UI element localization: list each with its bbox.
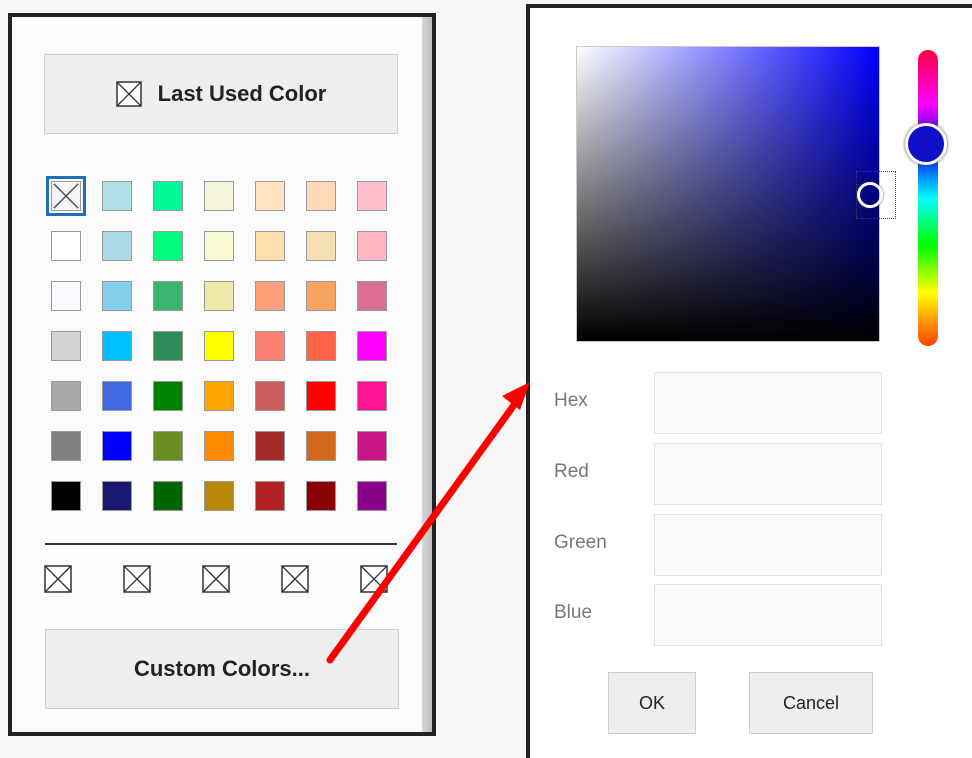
color-swatch[interactable] — [204, 431, 234, 461]
color-swatch[interactable] — [153, 331, 183, 361]
color-swatch[interactable] — [255, 431, 285, 461]
color-swatch[interactable] — [255, 181, 285, 211]
swatch-no-color[interactable] — [46, 176, 86, 216]
palette-divider — [45, 543, 397, 545]
color-swatch[interactable] — [306, 231, 336, 261]
cancel-label: Cancel — [782, 692, 840, 713]
green-label: Green — [554, 532, 607, 553]
hue-slider[interactable] — [918, 50, 938, 346]
color-swatch[interactable] — [255, 381, 285, 411]
color-swatch[interactable] — [51, 481, 81, 511]
color-palette-panel: Last Used Color Custom Colors... — [8, 13, 436, 736]
ok-button[interactable]: OK — [608, 672, 696, 734]
color-swatch[interactable] — [306, 381, 336, 411]
color-swatch[interactable] — [51, 381, 81, 411]
empty-custom-color-slot-icon[interactable] — [360, 565, 388, 593]
custom-colors-label: Custom Colors... — [133, 656, 310, 681]
color-swatch[interactable] — [102, 181, 132, 211]
color-swatch[interactable] — [357, 331, 387, 361]
color-swatch[interactable] — [357, 481, 387, 511]
last-used-color-label: Last Used Color — [157, 81, 327, 106]
color-swatch[interactable] — [102, 281, 132, 311]
blue-input[interactable] — [654, 584, 882, 646]
empty-custom-color-slot-icon[interactable] — [202, 565, 230, 593]
color-swatch[interactable] — [255, 481, 285, 511]
color-swatch[interactable] — [204, 231, 234, 261]
color-swatch[interactable] — [153, 181, 183, 211]
no-color-icon — [115, 81, 142, 107]
empty-custom-color-slot-icon[interactable] — [44, 565, 72, 593]
color-swatch[interactable] — [306, 331, 336, 361]
hue-slider-handle[interactable] — [905, 123, 947, 165]
color-swatch[interactable] — [102, 331, 132, 361]
color-swatch[interactable] — [153, 431, 183, 461]
color-swatch[interactable] — [102, 231, 132, 261]
saturation-value-picker[interactable] — [576, 46, 880, 342]
empty-custom-color-slot-icon[interactable] — [123, 565, 151, 593]
red-input[interactable] — [654, 443, 882, 505]
hex-input[interactable] — [654, 372, 882, 434]
empty-custom-color-slot-icon[interactable] — [281, 565, 309, 593]
color-swatch[interactable] — [357, 431, 387, 461]
color-swatch[interactable] — [204, 381, 234, 411]
custom-colors-row — [44, 565, 404, 599]
color-swatch[interactable] — [204, 481, 234, 511]
color-swatch[interactable] — [306, 281, 336, 311]
blue-label: Blue — [554, 602, 593, 623]
color-swatch[interactable] — [51, 281, 81, 311]
last-used-color-button[interactable]: Last Used Color — [44, 54, 398, 134]
color-swatch[interactable] — [102, 481, 132, 511]
green-input[interactable] — [654, 514, 882, 576]
color-swatch[interactable] — [255, 231, 285, 261]
color-swatch[interactable] — [51, 431, 81, 461]
color-swatch[interactable] — [306, 431, 336, 461]
color-swatch[interactable] — [204, 181, 234, 211]
color-swatch[interactable] — [153, 381, 183, 411]
color-swatch[interactable] — [153, 231, 183, 261]
hex-label: Hex — [554, 390, 588, 411]
color-swatch[interactable] — [51, 331, 81, 361]
color-swatch[interactable] — [204, 281, 234, 311]
color-swatch[interactable] — [306, 481, 336, 511]
color-swatch[interactable] — [357, 381, 387, 411]
color-swatch[interactable] — [204, 331, 234, 361]
color-swatch[interactable] — [255, 281, 285, 311]
custom-colors-button[interactable]: Custom Colors... — [45, 629, 399, 709]
custom-color-dialog: Hex Red Green Blue OK Cancel — [526, 4, 972, 758]
cancel-button[interactable]: Cancel — [749, 672, 873, 734]
palette-scrollbar[interactable] — [422, 17, 432, 732]
ok-label: OK — [638, 692, 665, 713]
color-swatch[interactable] — [102, 381, 132, 411]
color-swatch[interactable] — [357, 281, 387, 311]
red-label: Red — [554, 461, 589, 482]
color-swatch[interactable] — [357, 231, 387, 261]
picker-ring-icon — [857, 182, 883, 208]
color-swatch[interactable] — [51, 231, 81, 261]
color-swatch[interactable] — [357, 181, 387, 211]
color-swatch[interactable] — [153, 281, 183, 311]
color-swatch[interactable] — [255, 331, 285, 361]
color-swatch[interactable] — [102, 431, 132, 461]
color-swatch[interactable] — [306, 181, 336, 211]
saturation-value-marker[interactable] — [856, 171, 896, 219]
color-swatch[interactable] — [153, 481, 183, 511]
